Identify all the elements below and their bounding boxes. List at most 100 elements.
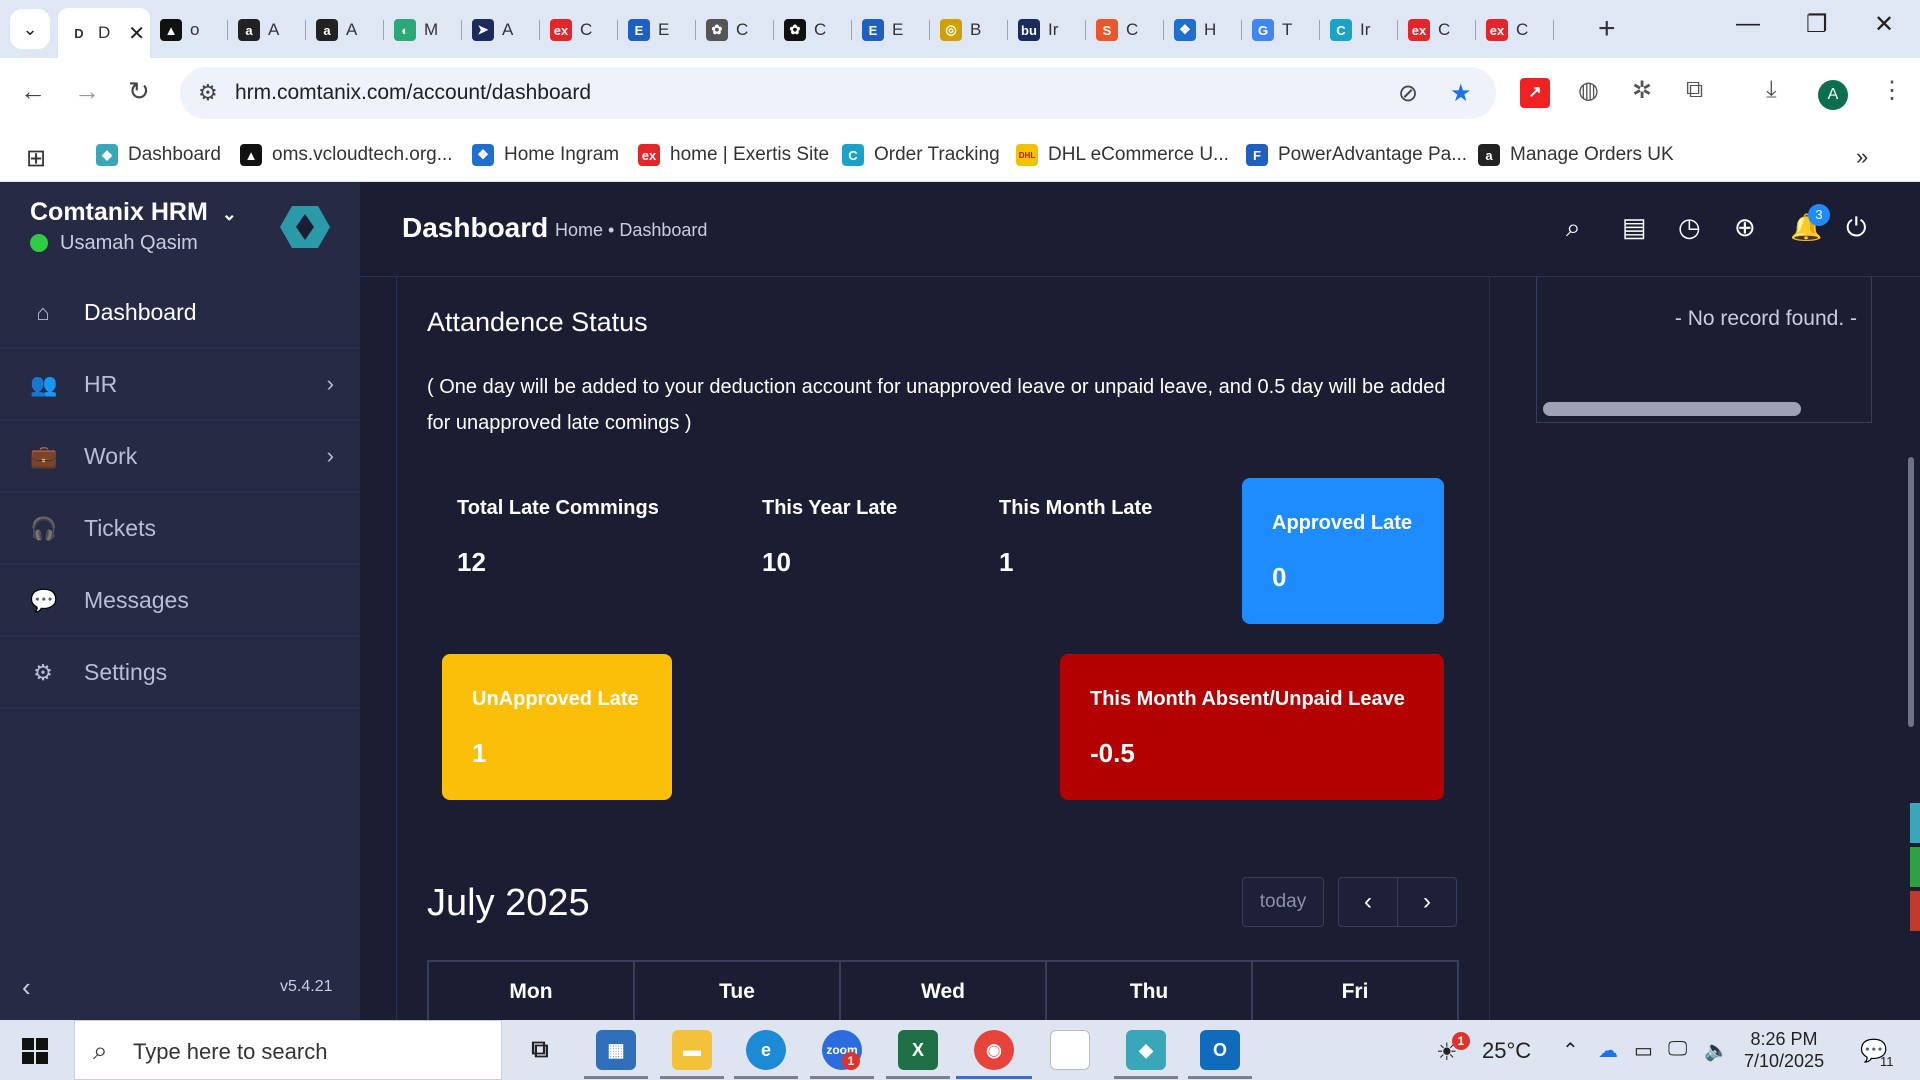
- calculator-app-icon[interactable]: ▦: [596, 1030, 636, 1070]
- downloads-icon[interactable]: ⤓: [1766, 76, 1777, 104]
- weather-temp[interactable]: 25°C: [1482, 1038, 1531, 1064]
- clock-date: 7/10/2025: [1744, 1051, 1825, 1071]
- outlook-app-icon[interactable]: O: [1200, 1030, 1240, 1070]
- browser-tab[interactable]: ❖ H: [1164, 10, 1242, 50]
- browser-menu-icon[interactable]: ⋮: [1880, 76, 1904, 105]
- forward-icon[interactable]: →: [74, 76, 100, 107]
- browser-tab[interactable]: ▲ o: [150, 10, 228, 50]
- browser-tab[interactable]: ✿ C: [774, 10, 852, 50]
- browser-tab[interactable]: bu Ir: [1008, 10, 1086, 50]
- reload-icon[interactable]: ↻: [128, 76, 150, 107]
- tracking-off-icon[interactable]: ⊘: [1398, 79, 1418, 108]
- sidebar-item-hr[interactable]: 👥 HR ›: [0, 349, 360, 421]
- more-bookmarks-icon[interactable]: »: [1856, 144, 1868, 170]
- browser-tab[interactable]: ex C: [540, 10, 618, 50]
- notes-icon[interactable]: ▤: [1622, 212, 1647, 243]
- year-late-label: This Year Late: [762, 497, 898, 519]
- brand-switcher[interactable]: Comtanix HRM ⌄: [30, 198, 237, 227]
- page-scrollbar[interactable]: [1908, 457, 1914, 727]
- sidebar-item-settings[interactable]: ⚙ Settings: [0, 637, 360, 709]
- sidebar-item-dashboard[interactable]: ⌂ Dashboard: [0, 277, 360, 349]
- address-bar[interactable]: ⚙ hrm.comtanix.com/account/dashboard ⊘ ★: [180, 67, 1496, 119]
- browser-tab[interactable]: D D ✕: [58, 8, 150, 58]
- extensions-puzzle-icon[interactable]: ⧉: [1686, 76, 1703, 104]
- browser-tab[interactable]: GT: [1242, 10, 1320, 50]
- clock-icon[interactable]: ◷: [1678, 212, 1701, 243]
- extension-pdf-icon[interactable]: ↗: [1520, 78, 1550, 108]
- browser-tab[interactable]: C Ir: [1320, 10, 1398, 50]
- bookmark-item[interactable]: ◆ Dashboard: [96, 144, 221, 166]
- unapproved-late-label: UnApproved Late: [472, 688, 639, 710]
- task-view-icon[interactable]: ⧉: [520, 1030, 560, 1070]
- calendar-month-title: July 2025: [427, 882, 590, 924]
- bookmark-star-icon[interactable]: ★: [1450, 79, 1472, 108]
- hrm-app-icon[interactable]: ◆: [1126, 1030, 1166, 1070]
- browser-tab[interactable]: EE: [618, 10, 696, 50]
- sidebar-item-label: Work: [84, 443, 138, 469]
- notification-badge: 3: [1808, 204, 1830, 226]
- system-clock[interactable]: 8:26 PM 7/10/2025: [1744, 1028, 1824, 1072]
- browser-tab[interactable]: aA: [228, 10, 306, 50]
- tab-favicon-icon: ex: [1408, 19, 1430, 41]
- edge-browser-icon[interactable]: e: [746, 1030, 786, 1070]
- sidebar-item-work[interactable]: 💼 Work ›: [0, 421, 360, 493]
- calendar-prev-button[interactable]: ‹: [1338, 877, 1398, 927]
- network-icon[interactable]: 🖵: [1668, 1038, 1687, 1061]
- taskbar-search[interactable]: ⌕ Type here to search: [74, 1020, 502, 1080]
- chevron-right-icon: ›: [326, 371, 334, 396]
- tab-favicon-icon: ➤: [472, 19, 494, 41]
- back-icon[interactable]: ←: [20, 76, 46, 107]
- close-window-icon[interactable]: ✕: [1874, 10, 1894, 39]
- app-version: v5.4.21: [280, 978, 333, 995]
- restore-icon[interactable]: ❐: [1806, 10, 1828, 39]
- browser-tab[interactable]: ◐ M: [384, 10, 462, 50]
- calendar-today-button[interactable]: today: [1242, 877, 1324, 927]
- apps-grid-icon[interactable]: ⊞: [26, 144, 46, 173]
- notepad-app-icon[interactable]: [1050, 1030, 1090, 1070]
- add-icon[interactable]: ⊕: [1734, 212, 1756, 243]
- breadcrumb[interactable]: Home • Dashboard: [555, 220, 707, 241]
- bookmark-item[interactable]: a Manage Orders UK: [1478, 144, 1674, 166]
- settings-icon: ⚙: [33, 659, 53, 685]
- new-tab-button[interactable]: +: [1598, 12, 1616, 46]
- tab-title: C: [814, 20, 827, 39]
- browser-tab[interactable]: SC: [1086, 10, 1164, 50]
- search-icon[interactable]: ⌕: [1566, 212, 1581, 244]
- horizontal-scrollbar[interactable]: [1543, 402, 1801, 416]
- browser-tab[interactable]: aA: [306, 10, 384, 50]
- bookmark-item[interactable]: C Order Tracking: [842, 144, 1000, 166]
- profile-avatar[interactable]: A: [1818, 80, 1848, 110]
- bookmark-item[interactable]: ▲ oms.vcloudtech.org...: [240, 144, 453, 166]
- extension-globe-icon[interactable]: ◍: [1578, 76, 1599, 105]
- browser-tab[interactable]: ex C: [1398, 10, 1476, 50]
- battery-icon[interactable]: ▭: [1634, 1038, 1653, 1063]
- tab-search-button[interactable]: ⌄: [10, 9, 50, 49]
- sidebar-item-tickets[interactable]: 🎧 Tickets: [0, 493, 360, 565]
- collapse-sidebar-icon[interactable]: ‹: [22, 972, 31, 1003]
- extension-settings-icon[interactable]: ✲: [1632, 76, 1652, 105]
- calendar-next-button[interactable]: ›: [1397, 877, 1457, 927]
- show-hidden-icons[interactable]: ⌃: [1562, 1038, 1579, 1063]
- browser-tab[interactable]: ex C: [1476, 10, 1554, 50]
- close-tab-icon[interactable]: ✕: [128, 21, 145, 46]
- site-info-icon[interactable]: ⚙: [198, 80, 218, 106]
- minimize-icon[interactable]: —: [1736, 10, 1760, 38]
- file-explorer-icon[interactable]: ▬: [672, 1030, 712, 1070]
- excel-app-icon[interactable]: X: [898, 1030, 938, 1070]
- power-icon[interactable]: ⏻: [1846, 212, 1867, 244]
- chrome-app-icon[interactable]: ◉: [974, 1030, 1014, 1070]
- tab-title: A: [502, 20, 514, 39]
- sidebar-item-messages[interactable]: 💬 Messages: [0, 565, 360, 637]
- url-text[interactable]: hrm.comtanix.com/account/dashboard: [235, 81, 591, 105]
- windows-start-icon[interactable]: [22, 1038, 48, 1064]
- bookmark-item[interactable]: ex home | Exertis Site: [638, 144, 829, 166]
- onedrive-icon[interactable]: ☁: [1598, 1038, 1618, 1063]
- bookmark-item[interactable]: F PowerAdvantage Pa...: [1246, 144, 1467, 166]
- browser-tab[interactable]: ➤ A: [462, 10, 540, 50]
- bookmark-item[interactable]: ❖ Home Ingram: [472, 144, 619, 166]
- volume-icon[interactable]: 🔈: [1704, 1038, 1729, 1063]
- browser-tab[interactable]: ✿ C: [696, 10, 774, 50]
- browser-tab[interactable]: ◎ B: [930, 10, 1008, 50]
- bookmark-item[interactable]: DHL DHL eCommerce U...: [1016, 144, 1229, 166]
- browser-tab[interactable]: EE: [852, 10, 930, 50]
